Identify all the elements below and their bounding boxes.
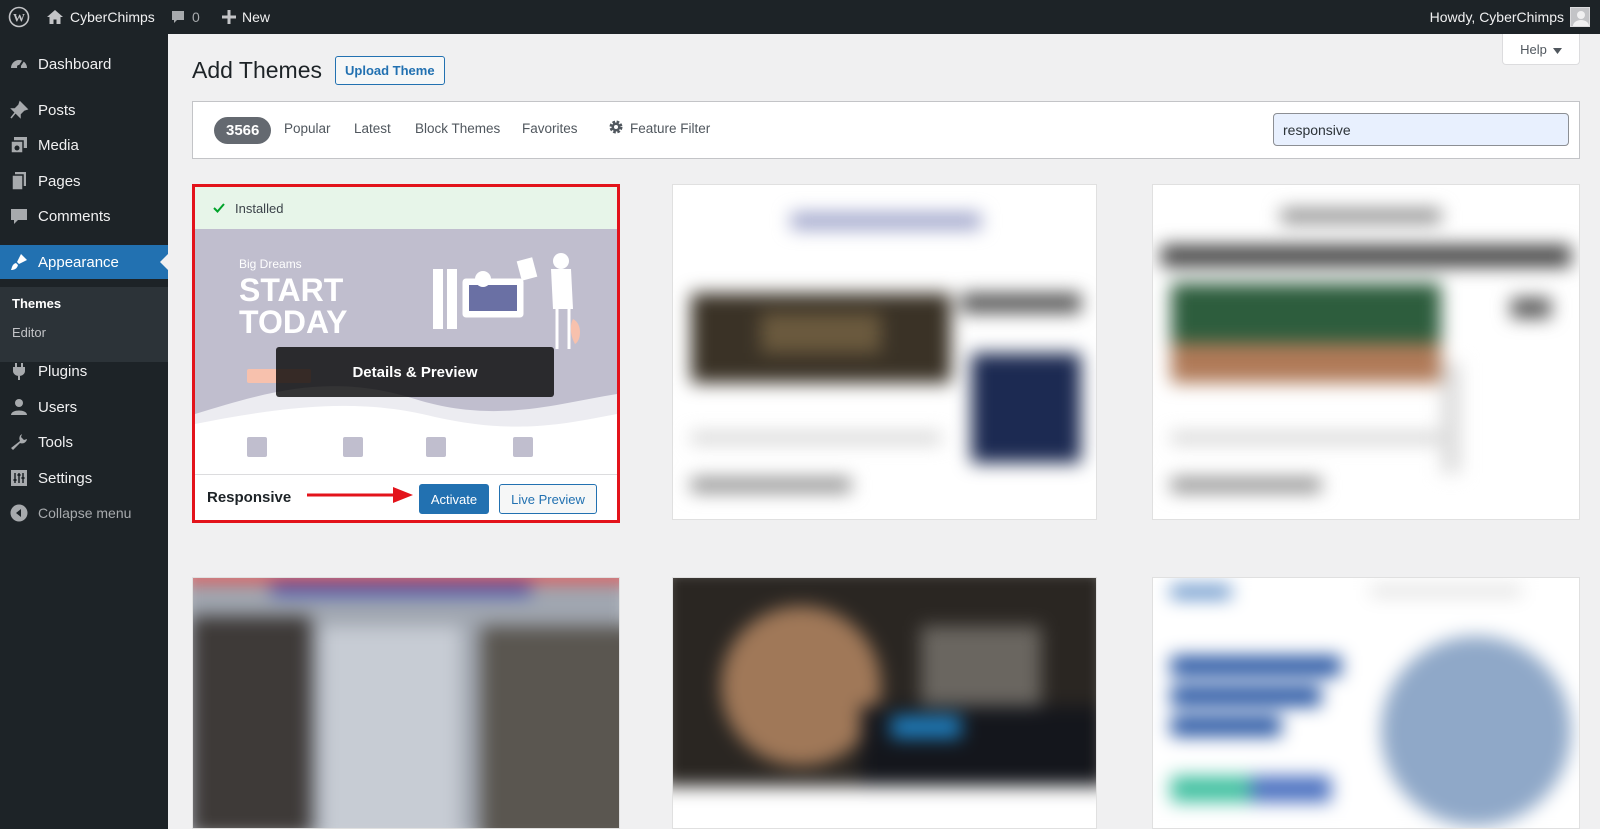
help-tab-button[interactable]: Help [1502, 34, 1580, 65]
comment-icon [9, 206, 29, 226]
sidebar-item-plugins[interactable]: Plugins [0, 354, 168, 388]
sidebar-item-tools[interactable]: Tools [0, 425, 168, 459]
search-themes-input[interactable] [1273, 113, 1569, 146]
site-name-link[interactable]: CyberChimps [46, 0, 155, 34]
appearance-submenu: Themes Editor [0, 287, 168, 362]
feature-filter-button[interactable]: Feature Filter [608, 119, 710, 138]
theme-card-blurred[interactable] [1152, 184, 1580, 520]
account-menu[interactable]: Howdy, CyberChimps [1430, 0, 1590, 34]
theme-screenshot[interactable]: Big Dreams START TODAY Details & Preview [195, 229, 617, 474]
pages-icon [9, 171, 29, 191]
media-icon [9, 135, 29, 155]
checkmark-icon [213, 201, 225, 216]
sidebar-item-label: Tools [38, 433, 74, 451]
sidebar-item-dashboard[interactable]: Dashboard [0, 47, 168, 81]
comments-count: 0 [192, 9, 200, 25]
sidebar-item-label: Posts [38, 101, 76, 119]
plugin-icon [9, 361, 29, 381]
pin-icon [9, 100, 29, 120]
dashboard-icon [9, 54, 29, 74]
sidebar-item-label: Pages [38, 172, 81, 190]
blurred-screenshot [673, 578, 1096, 828]
blurred-screenshot [1153, 578, 1579, 828]
sidebar-item-label: Settings [38, 469, 93, 487]
theme-card-blurred[interactable] [672, 184, 1097, 520]
admin-sidebar: Dashboard Posts Media Pages Comments App… [0, 34, 168, 829]
installed-label: Installed [235, 200, 284, 216]
sidebar-item-label: Users [38, 398, 78, 416]
comment-bubble-icon [170, 9, 186, 25]
blurred-screenshot [193, 578, 619, 828]
howdy-text: Howdy, CyberChimps [1429, 9, 1564, 25]
sidebar-item-users[interactable]: Users [0, 390, 168, 424]
theme-count-badge: 3566 [214, 117, 272, 144]
sidebar-item-label: Dashboard [38, 55, 112, 73]
gear-icon [608, 119, 624, 138]
admin-bar: W CyberChimps 0 New Howdy, CyberChimps [0, 0, 1600, 34]
users-icon [9, 397, 29, 417]
theme-card-responsive[interactable]: Installed Big Dreams START TODAY Details… [192, 184, 620, 523]
theme-card-blurred[interactable] [1152, 577, 1580, 829]
collapse-menu-button[interactable]: Collapse menu [0, 496, 168, 530]
new-label: New [242, 9, 271, 25]
settings-icon [9, 468, 29, 488]
theme-filter-bar: 3566 Popular Latest Block Themes Favorit… [192, 101, 1580, 159]
caret-down-icon [1552, 42, 1562, 57]
sidebar-item-label: Appearance [38, 253, 119, 271]
feature-filter-label: Feature Filter [630, 121, 711, 136]
filter-latest[interactable]: Latest [354, 121, 391, 136]
site-name: CyberChimps [70, 9, 155, 25]
theme-name: Responsive [207, 489, 292, 506]
submenu-item-editor[interactable]: Editor [12, 325, 46, 340]
home-icon [46, 9, 64, 25]
sidebar-item-posts[interactable]: Posts [0, 93, 168, 127]
help-label: Help [1520, 41, 1547, 57]
sidebar-item-comments[interactable]: Comments [0, 199, 168, 233]
installed-notice: Installed [195, 187, 617, 229]
brush-icon [9, 252, 29, 272]
filter-popular[interactable]: Popular [284, 121, 331, 136]
blurred-screenshot [1153, 185, 1579, 519]
sidebar-item-label: Media [38, 136, 79, 154]
wrench-icon [9, 432, 29, 452]
activate-button[interactable]: Activate [419, 484, 489, 514]
sidebar-item-media[interactable]: Media [0, 128, 168, 162]
svg-text:W: W [13, 11, 25, 25]
sidebar-item-label: Comments [38, 207, 111, 225]
new-content-link[interactable]: New [222, 0, 270, 34]
sidebar-item-appearance[interactable]: Appearance [0, 245, 168, 279]
page-title: Add Themes [192, 57, 322, 83]
plus-icon [222, 10, 236, 24]
submenu-item-themes[interactable]: Themes [12, 296, 61, 311]
blurred-screenshot [673, 185, 1096, 519]
wordpress-logo-icon[interactable]: W [8, 0, 30, 34]
comments-link[interactable]: 0 [170, 0, 200, 34]
collapse-arrow-icon [9, 503, 29, 523]
filter-block-themes[interactable]: Block Themes [415, 121, 500, 136]
sidebar-item-settings[interactable]: Settings [0, 461, 168, 495]
theme-card-footer: Responsive Activate Live Preview [195, 474, 617, 520]
theme-card-blurred[interactable] [192, 577, 620, 829]
collapse-label: Collapse menu [38, 505, 132, 521]
details-preview-button[interactable]: Details & Preview [276, 347, 554, 397]
theme-card-blurred[interactable] [672, 577, 1097, 829]
live-preview-button[interactable]: Live Preview [499, 484, 597, 514]
red-arrow-icon [307, 487, 413, 503]
upload-theme-button[interactable]: Upload Theme [335, 56, 445, 85]
sidebar-item-pages[interactable]: Pages [0, 164, 168, 198]
sidebar-item-label: Plugins [38, 362, 88, 380]
avatar [1570, 7, 1590, 27]
filter-favorites[interactable]: Favorites [522, 121, 578, 136]
